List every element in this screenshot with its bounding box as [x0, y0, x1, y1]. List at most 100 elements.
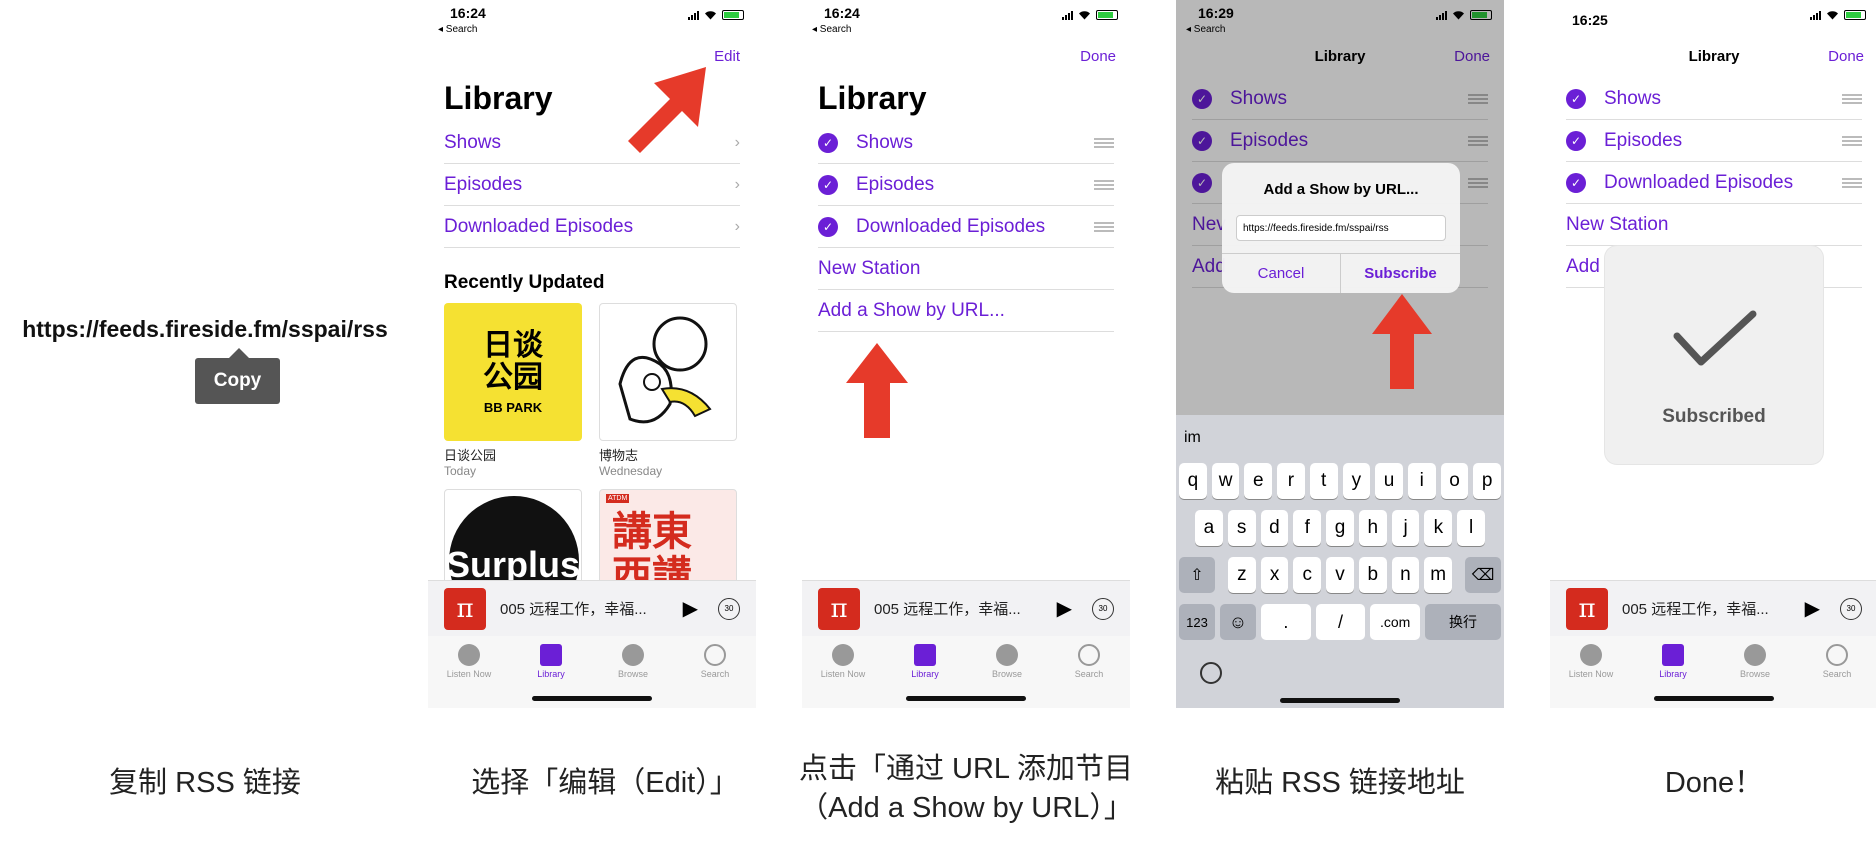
checkmark-icon[interactable]: ✓	[1566, 172, 1586, 193]
key-y[interactable]: y	[1342, 463, 1371, 499]
done-button[interactable]: Done	[1828, 48, 1864, 65]
podcast-icon	[622, 644, 644, 666]
library-item-downloaded[interactable]: ✓ Downloaded Episodes	[1566, 162, 1862, 204]
tab-listen-now[interactable]: Listen Now	[428, 636, 510, 708]
tab-listen-now[interactable]: Listen Now	[1550, 636, 1632, 708]
key-d[interactable]: d	[1260, 510, 1289, 546]
dialog-cancel-button[interactable]: Cancel	[1222, 253, 1341, 293]
key-n[interactable]: n	[1391, 557, 1420, 593]
key-l[interactable]: l	[1457, 510, 1486, 546]
status-icons	[1062, 10, 1118, 20]
add-show-by-url-button[interactable]: Add a Show by URL...	[818, 290, 1114, 332]
library-item-label: Shows	[856, 131, 914, 153]
chevron-right-icon: ›	[734, 217, 740, 235]
checkmark-icon	[1673, 310, 1757, 366]
keyboard-suggestion[interactable]: im	[1184, 429, 1201, 447]
period-key[interactable]: .	[1261, 604, 1311, 640]
globe-icon[interactable]	[1200, 662, 1222, 684]
library-title: Library	[818, 80, 927, 116]
new-station-button[interactable]: New Station	[818, 248, 1114, 290]
new-station-button[interactable]: New Station	[1566, 204, 1862, 246]
checkmark-icon[interactable]: ✓	[1566, 130, 1586, 151]
tab-label: Listen Now	[1568, 669, 1614, 679]
tab-search[interactable]: Search	[1048, 636, 1130, 708]
hand-illustration-icon	[618, 316, 712, 424]
library-item-downloaded[interactable]: Downloaded Episodes ›	[444, 206, 740, 248]
key-s[interactable]: s	[1227, 510, 1256, 546]
copy-button[interactable]: Copy	[195, 348, 280, 404]
numbers-key[interactable]: 123	[1179, 604, 1215, 640]
library-item-episodes[interactable]: ✓ Episodes	[1566, 120, 1862, 162]
play-icon[interactable]: ▶	[683, 596, 698, 621]
back-to-search[interactable]: ◂ Search	[438, 24, 477, 35]
checkmark-icon[interactable]: ✓	[818, 174, 838, 195]
reorder-handle-icon[interactable]	[1842, 135, 1862, 146]
reorder-handle-icon[interactable]	[1842, 93, 1862, 104]
key-t[interactable]: t	[1309, 463, 1338, 499]
tab-label: Search	[1822, 669, 1852, 679]
show-card-bbpark[interactable]: 日谈 公园 BB PARK 日谈公园 Today	[444, 303, 582, 478]
library-item-shows[interactable]: ✓ Shows	[818, 122, 1114, 164]
library-item-downloaded[interactable]: ✓ Downloaded Episodes	[818, 206, 1114, 248]
checkmark-icon[interactable]: ✓	[818, 216, 838, 237]
caption-done: Done！	[1664, 767, 1764, 799]
skip-forward-icon[interactable]: 30	[1092, 597, 1114, 620]
key-j[interactable]: j	[1391, 510, 1420, 546]
reorder-handle-icon[interactable]	[1094, 221, 1114, 232]
key-c[interactable]: c	[1293, 557, 1322, 593]
caption-add-by-url-line2: （Add a Show by URL）」	[799, 792, 1133, 824]
skip-forward-icon[interactable]: 30	[1840, 597, 1862, 620]
emoji-key[interactable]: ☺	[1220, 604, 1256, 640]
key-x[interactable]: x	[1260, 557, 1289, 593]
key-i[interactable]: i	[1407, 463, 1436, 499]
back-to-search[interactable]: ◂ Search	[812, 24, 851, 35]
mini-player[interactable]: π 005 远程工作，幸福... ▶ 30	[1550, 580, 1876, 636]
key-w[interactable]: w	[1211, 463, 1240, 499]
slash-key[interactable]: /	[1315, 604, 1366, 640]
tab-search[interactable]: Search	[674, 636, 756, 708]
key-o[interactable]: o	[1440, 463, 1469, 499]
play-icon[interactable]: ▶	[1057, 596, 1072, 621]
rss-url-text[interactable]: https://feeds.fireside.fm/sspai/rss	[0, 316, 410, 343]
key-k[interactable]: k	[1424, 510, 1453, 546]
key-b[interactable]: b	[1358, 557, 1387, 593]
key-e[interactable]: e	[1244, 463, 1273, 499]
key-u[interactable]: u	[1375, 463, 1403, 499]
library-item-label: Episodes	[444, 173, 523, 195]
reorder-handle-icon[interactable]	[1842, 177, 1862, 188]
key-v[interactable]: v	[1326, 557, 1354, 593]
checkmark-icon[interactable]: ✓	[1566, 88, 1586, 109]
mini-player[interactable]: π 005 远程工作，幸福... ▶ 30	[428, 580, 756, 636]
key-h[interactable]: h	[1358, 510, 1387, 546]
show-card-bowuzhi[interactable]: 博物志 Wednesday	[599, 303, 737, 478]
key-q[interactable]: q	[1179, 463, 1207, 499]
done-button[interactable]: Done	[1080, 48, 1116, 65]
library-item-shows[interactable]: ✓ Shows	[1566, 78, 1862, 120]
return-key[interactable]: 换行	[1425, 604, 1502, 640]
key-r[interactable]: r	[1277, 463, 1305, 499]
dotcom-key[interactable]: .com	[1370, 604, 1421, 640]
mini-player[interactable]: π 005 远程工作，幸福... ▶ 30	[802, 580, 1130, 636]
key-p[interactable]: p	[1473, 463, 1502, 499]
tab-search[interactable]: Search	[1796, 636, 1876, 708]
skip-forward-icon[interactable]: 30	[718, 597, 740, 620]
url-input[interactable]: https://feeds.fireside.fm/sspai/rss	[1236, 215, 1446, 241]
key-g[interactable]: g	[1326, 510, 1354, 546]
key-m[interactable]: m	[1424, 557, 1453, 593]
dialog-subscribe-button[interactable]: Subscribe	[1341, 253, 1460, 293]
key-f[interactable]: f	[1293, 510, 1322, 546]
edit-button[interactable]: Edit	[714, 48, 740, 65]
play-icon[interactable]: ▶	[1805, 596, 1820, 621]
library-icon	[1662, 644, 1684, 666]
delete-key[interactable]: ⌫	[1465, 557, 1501, 593]
library-item-episodes[interactable]: ✓ Episodes	[818, 164, 1114, 206]
checkmark-icon[interactable]: ✓	[818, 132, 838, 153]
tab-listen-now[interactable]: Listen Now	[802, 636, 884, 708]
shift-key[interactable]: ⇧	[1179, 557, 1215, 593]
reorder-handle-icon[interactable]	[1094, 137, 1114, 148]
reorder-handle-icon[interactable]	[1094, 179, 1114, 190]
key-a[interactable]: a	[1195, 510, 1223, 546]
podcast-logo-pi: π	[444, 587, 486, 630]
key-z[interactable]: z	[1228, 557, 1256, 593]
library-item-episodes[interactable]: Episodes ›	[444, 164, 740, 206]
